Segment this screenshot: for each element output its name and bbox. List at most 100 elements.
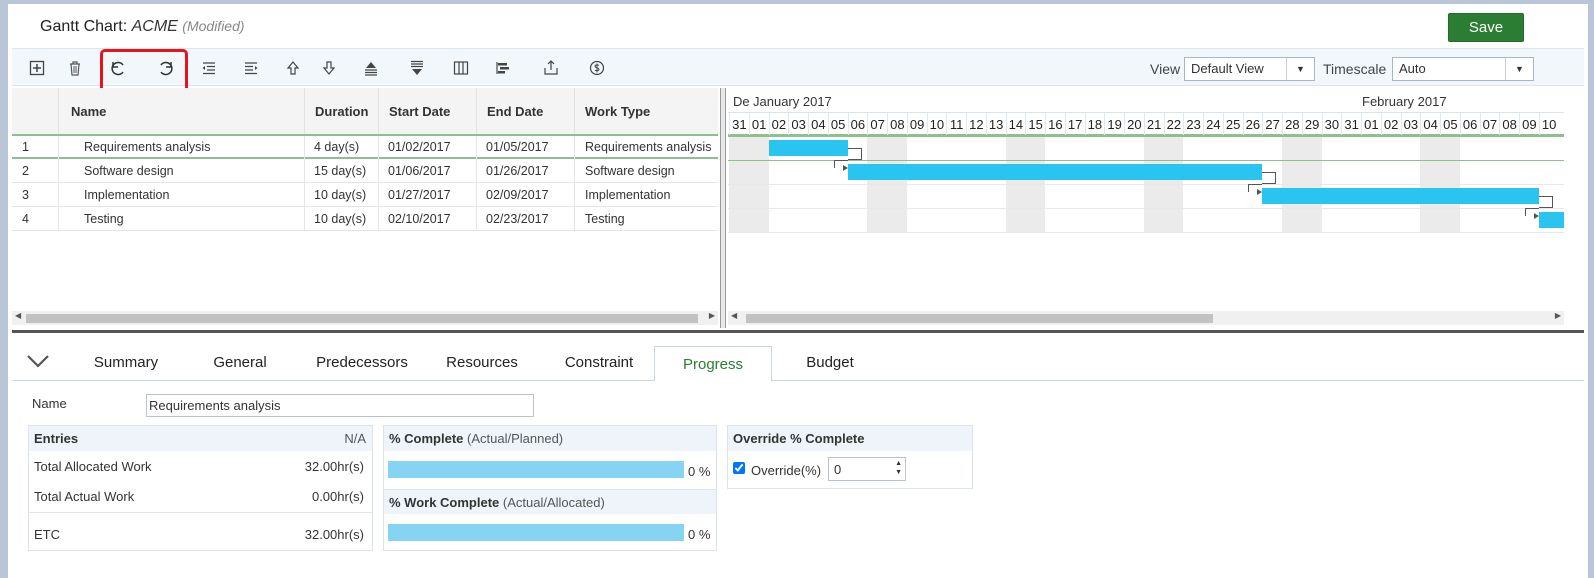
tab-resources[interactable]: Resources xyxy=(432,344,532,381)
pct-complete-title: % Complete xyxy=(389,431,464,446)
task-duration: 4 day(s) xyxy=(314,140,360,154)
day-label: 21 xyxy=(1143,113,1164,135)
scroll-left-icon[interactable]: ◀ xyxy=(15,311,21,320)
expand-all-icon[interactable] xyxy=(406,57,428,79)
chevron-down-icon[interactable] xyxy=(26,352,50,370)
task-name-field[interactable] xyxy=(146,394,534,417)
column-header-name[interactable]: Name xyxy=(58,88,304,134)
scrollbar-thumb[interactable] xyxy=(26,314,698,323)
day-label: 10 xyxy=(1538,113,1559,135)
delete-icon[interactable] xyxy=(64,57,86,79)
indent-icon[interactable] xyxy=(240,57,262,79)
move-down-icon[interactable] xyxy=(318,57,340,79)
column-header-duration[interactable]: Duration xyxy=(304,88,378,134)
grid-header: Name Duration Start Date End Date Work T… xyxy=(12,88,718,136)
timescale-label: Timescale xyxy=(1323,61,1387,77)
table-row[interactable]: 3 Implementation 10 day(s) 01/27/2017 02… xyxy=(12,184,718,207)
scroll-right-icon[interactable]: ▶ xyxy=(709,311,715,320)
grid-horizontal-scrollbar[interactable]: ◀ ▶ xyxy=(12,311,718,325)
day-label: 13 xyxy=(985,113,1006,135)
gantt-timeline: De January 2017 February 2017 31 01 02 03 04… xyxy=(728,88,1564,326)
tab-constraint[interactable]: Constraint xyxy=(544,344,654,381)
entry-label: ETC xyxy=(34,527,60,542)
chevron-down-icon: ▼ xyxy=(1505,58,1533,80)
move-up-icon[interactable] xyxy=(282,57,304,79)
entries-na: N/A xyxy=(344,431,366,446)
gantt-app-window: Gantt Chart: ACME (Modified) Save View D… xyxy=(8,4,1588,578)
scroll-left-icon[interactable]: ◀ xyxy=(731,311,737,320)
column-divider xyxy=(476,136,477,231)
column-divider xyxy=(378,136,379,231)
timescale-select[interactable]: Auto ▼ xyxy=(1392,57,1534,81)
entry-value: 0.00hr(s) xyxy=(311,489,364,504)
collapse-all-icon[interactable] xyxy=(360,57,382,79)
day-label: 26 xyxy=(1242,113,1263,135)
day-label: 05 xyxy=(827,113,848,135)
task-bar[interactable] xyxy=(768,140,848,156)
day-label: 01 xyxy=(748,113,769,135)
month-label: January 2017 xyxy=(753,94,832,109)
day-label: 22 xyxy=(1163,113,1184,135)
day-label: 20 xyxy=(1124,113,1144,135)
day-label: 17 xyxy=(1064,113,1085,135)
row-line xyxy=(728,136,1564,137)
day-label: 10 xyxy=(926,113,947,135)
vertical-splitter[interactable] xyxy=(720,88,726,328)
tab-budget[interactable]: Budget xyxy=(780,344,880,381)
table-row[interactable]: 1 Requirements analysis 4 day(s) 01/02/2… xyxy=(12,136,718,159)
add-task-icon[interactable] xyxy=(26,57,48,79)
stepper-arrows-icon[interactable]: ▲ ▼ xyxy=(895,459,902,477)
timeline-days: 31 01 02 03 04 05 06 07 08 09 10 11 12 13 14 15 16 17 18 19… xyxy=(728,112,1564,136)
columns-icon[interactable] xyxy=(450,57,472,79)
day-label: 29 xyxy=(1301,113,1322,135)
task-duration: 15 day(s) xyxy=(314,164,367,178)
task-bar[interactable] xyxy=(847,164,1263,180)
export-icon[interactable] xyxy=(540,57,562,79)
toolbar: View Default View ▼ Timescale Auto ▼ xyxy=(12,48,1584,94)
horizontal-splitter[interactable] xyxy=(12,330,1584,333)
task-start: 02/10/2017 xyxy=(388,212,451,226)
save-button[interactable]: Save xyxy=(1448,13,1524,42)
task-end: 02/09/2017 xyxy=(486,188,549,202)
scrollbar-thumb[interactable] xyxy=(746,314,1213,323)
tab-general[interactable]: General xyxy=(192,344,288,381)
override-label: Override(%) xyxy=(751,463,822,478)
override-checkbox[interactable] xyxy=(733,462,745,474)
autoschedule-icon[interactable] xyxy=(492,57,514,79)
day-label: 05 xyxy=(1440,113,1460,135)
task-work-type: Implementation xyxy=(585,188,671,202)
tab-predecessors[interactable]: Predecessors xyxy=(302,344,422,381)
row-id: 4 xyxy=(22,212,29,226)
day-label: 25 xyxy=(1222,113,1243,135)
outdent-icon[interactable] xyxy=(198,57,220,79)
page-title: Gantt Chart: ACME (Modified) xyxy=(40,18,245,36)
override-stepper[interactable]: 0 ▲ ▼ xyxy=(828,457,906,481)
column-header-start-date[interactable]: Start Date xyxy=(378,88,476,134)
table-row[interactable]: 4 Testing 10 day(s) 02/10/2017 02/23/201… xyxy=(12,208,718,231)
tab-progress[interactable]: Progress xyxy=(654,346,772,382)
table-row[interactable]: 2 Software design 15 day(s) 01/06/2017 0… xyxy=(12,160,718,183)
day-label: 27 xyxy=(1262,113,1282,135)
row-id: 1 xyxy=(22,140,29,154)
entry-label: Total Actual Work xyxy=(34,489,135,504)
day-label: 14 xyxy=(1005,113,1026,135)
view-select[interactable]: Default View ▼ xyxy=(1184,57,1315,81)
dependency-connector xyxy=(1262,172,1277,184)
column-header-end-date[interactable]: End Date xyxy=(476,88,574,134)
budget-icon[interactable] xyxy=(586,57,608,79)
day-label: 09 xyxy=(906,113,927,135)
task-bar[interactable] xyxy=(1538,212,1564,228)
pct-complete-subtitle: (Actual/Planned) xyxy=(467,431,564,446)
column-divider xyxy=(574,136,575,231)
month-label: February 2017 xyxy=(1362,94,1447,109)
day-label: 16 xyxy=(1045,113,1065,135)
task-end: 01/26/2017 xyxy=(486,164,549,178)
day-label: 23 xyxy=(1183,113,1203,135)
gantt-horizontal-scrollbar[interactable]: ◀ ▶ xyxy=(728,311,1564,325)
column-header-work-type[interactable]: Work Type xyxy=(574,88,718,134)
task-bar[interactable] xyxy=(1262,188,1539,204)
day-label: 31 xyxy=(729,113,749,135)
task-duration: 10 day(s) xyxy=(314,188,367,202)
tab-summary[interactable]: Summary xyxy=(72,344,180,381)
scroll-right-icon[interactable]: ▶ xyxy=(1555,311,1561,320)
